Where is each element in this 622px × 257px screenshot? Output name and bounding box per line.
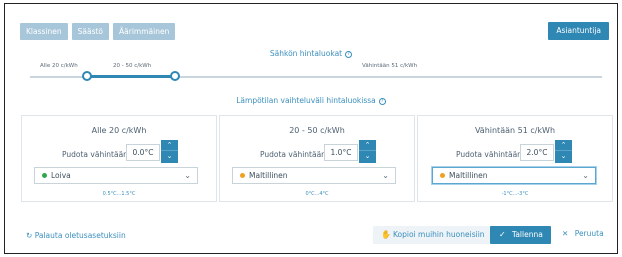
temperature-input[interactable]: 2.0°C bbox=[520, 144, 554, 161]
mode-tabs: Klassinen Säästö Äärimmäinen bbox=[20, 23, 176, 40]
range-label-mid: 20 - 50 c/kWh bbox=[113, 63, 152, 69]
drop-label: Pudota vähintään bbox=[260, 150, 326, 159]
chevron-down-icon[interactable]: ⌄ bbox=[555, 151, 572, 162]
temperature-input[interactable]: 1.0°C bbox=[324, 144, 358, 161]
curve-select[interactable]: Maltillinen ⌄ bbox=[232, 167, 396, 184]
price-class-panel-low: Alle 20 c/kWh Pudota vähintään 0.0°C ⌃ ⌄… bbox=[21, 115, 217, 202]
drop-label: Pudota vähintään bbox=[456, 150, 522, 159]
status-dot bbox=[240, 173, 245, 178]
chevron-down-icon: ⌄ bbox=[582, 171, 589, 180]
chevron-down-icon: ⌄ bbox=[184, 171, 191, 180]
close-icon: ✕ bbox=[562, 229, 569, 238]
range-label-low: Alle 20 c/kWh bbox=[40, 63, 78, 69]
price-class-panel-high: Vähintään 51 c/kWh Pudota vähintään 2.0°… bbox=[417, 115, 613, 202]
price-range-slider[interactable] bbox=[30, 71, 602, 82]
temperature-range-hint: -1°C...-3°C bbox=[501, 191, 529, 197]
temperature-stepper[interactable]: ⌃ ⌄ bbox=[555, 140, 572, 163]
panel-title: 20 - 50 c/kWh bbox=[289, 126, 345, 135]
price-class-panel-mid: 20 - 50 c/kWh Pudota vähintään 1.0°C ⌃ ⌄… bbox=[219, 115, 415, 202]
curve-select[interactable]: Loiva ⌄ bbox=[34, 167, 198, 184]
mode-button-extreme[interactable]: Äärimmäinen bbox=[113, 23, 176, 40]
slider-handle-low[interactable] bbox=[82, 71, 92, 81]
expert-button[interactable]: Asiantuntija bbox=[548, 22, 609, 40]
electricity-price-title: Sähkön hintaluokat? bbox=[0, 49, 622, 58]
check-icon: ✓ bbox=[499, 230, 506, 239]
curve-select-value: Loiva bbox=[51, 171, 71, 180]
chevron-down-icon: ⌄ bbox=[382, 171, 389, 180]
copy-to-rooms-button[interactable]: ✋ Kopioi muihin huoneisiin bbox=[373, 226, 492, 244]
chevron-up-icon[interactable]: ⌃ bbox=[161, 140, 178, 151]
info-icon[interactable]: ? bbox=[378, 98, 386, 105]
temperature-range-title: Lämpötilan vaihteluväli hintaluokissa? bbox=[0, 96, 622, 105]
slider-active-range bbox=[87, 75, 175, 78]
slider-handle-high[interactable] bbox=[170, 71, 180, 81]
curve-select-value: Maltillinen bbox=[449, 171, 488, 180]
range-label-high: Vähintään 51 c/kWh bbox=[362, 63, 418, 69]
curve-select-value: Maltillinen bbox=[249, 171, 288, 180]
copy-icon: ✋ bbox=[381, 230, 391, 239]
cancel-button[interactable]: ✕ Peruuta bbox=[562, 229, 604, 238]
chevron-down-icon[interactable]: ⌄ bbox=[161, 151, 178, 162]
mode-button-saving[interactable]: Säästö bbox=[71, 23, 110, 40]
drop-label: Pudota vähintään bbox=[62, 150, 128, 159]
chevron-down-icon[interactable]: ⌄ bbox=[359, 151, 376, 162]
reset-defaults-link[interactable]: ↻ Palauta oletusasetuksiin bbox=[26, 231, 126, 240]
temperature-stepper[interactable]: ⌃ ⌄ bbox=[161, 140, 178, 163]
temperature-range-hint: 0°C...4°C bbox=[305, 191, 329, 197]
temperature-range-hint: 0.5°C...1.5°C bbox=[102, 191, 136, 197]
temperature-input[interactable]: 0.0°C bbox=[126, 144, 160, 161]
chevron-up-icon[interactable]: ⌃ bbox=[555, 140, 572, 151]
save-button[interactable]: ✓ Tallenna bbox=[490, 226, 551, 244]
status-dot bbox=[42, 173, 47, 178]
status-dot bbox=[440, 173, 445, 178]
curve-select[interactable]: Maltillinen ⌄ bbox=[432, 167, 596, 184]
reset-icon: ↻ bbox=[26, 231, 33, 240]
panel-title: Vähintään 51 c/kWh bbox=[474, 126, 556, 135]
mode-button-classic[interactable]: Klassinen bbox=[20, 23, 68, 40]
info-icon[interactable]: ? bbox=[345, 51, 353, 58]
chevron-up-icon[interactable]: ⌃ bbox=[359, 140, 376, 151]
panel-title: Alle 20 c/kWh bbox=[91, 126, 147, 135]
temperature-stepper[interactable]: ⌃ ⌄ bbox=[359, 140, 376, 163]
